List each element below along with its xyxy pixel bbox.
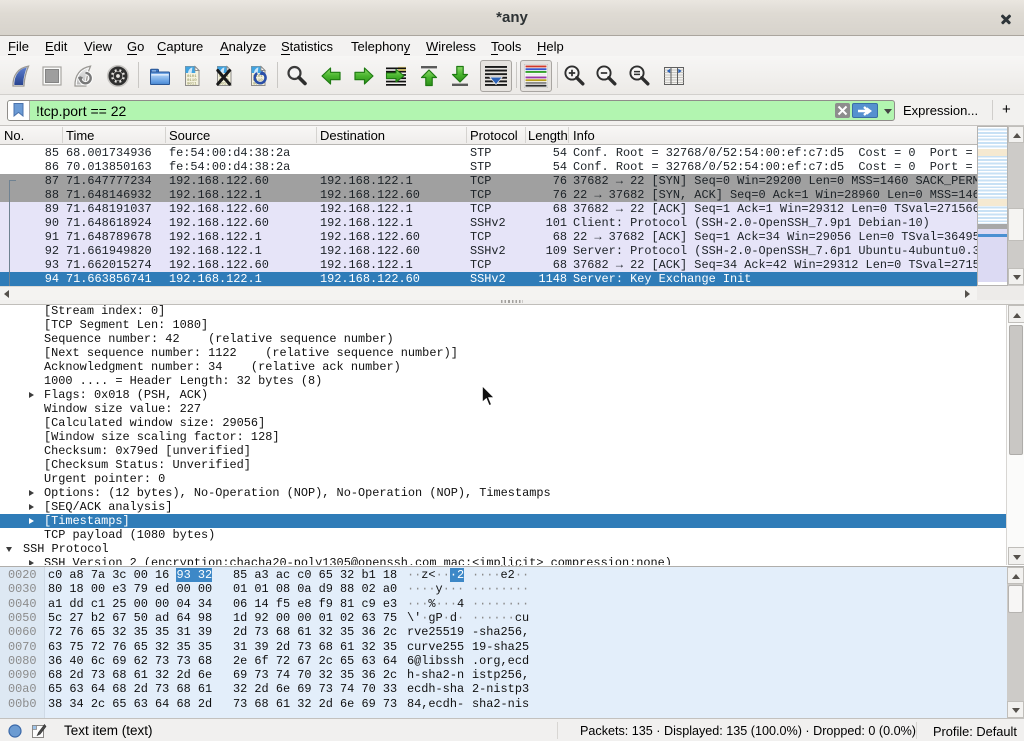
svg-text:0011: 0011: [187, 83, 197, 87]
